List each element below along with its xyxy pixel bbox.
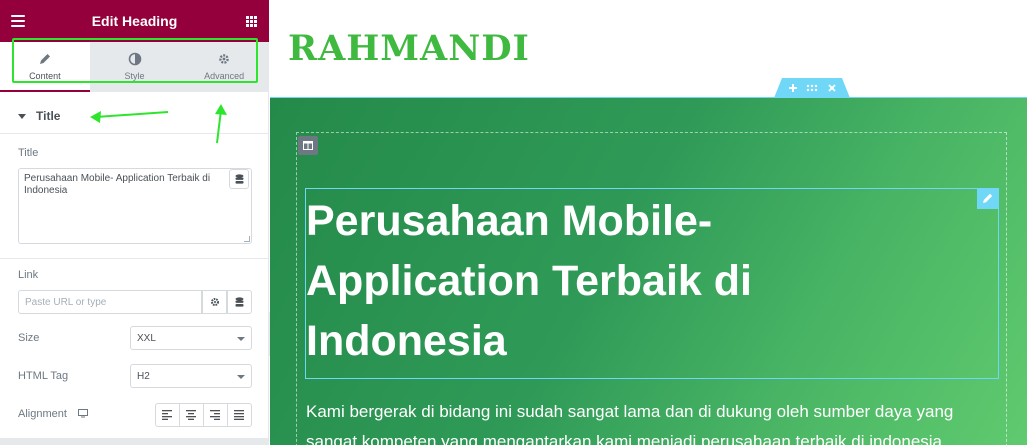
align-left-button[interactable] — [156, 404, 180, 426]
align-left-icon — [162, 410, 172, 420]
textarea-resize-handle[interactable] — [244, 236, 250, 242]
size-field-label: Size — [18, 332, 40, 344]
tab-content-label: Content — [29, 71, 61, 81]
editor-panel: Edit Heading Content Style Advanced Titl… — [0, 0, 269, 445]
page-preview: RAHMANDI Perusahaan Mobile- Application … — [270, 0, 1027, 445]
pencil-icon — [983, 193, 993, 203]
chevron-down-icon — [237, 375, 245, 379]
align-right-button[interactable] — [204, 404, 228, 426]
caret-down-icon — [18, 114, 26, 119]
panel-next-section — [0, 438, 269, 445]
html-tag-field-label: HTML Tag — [18, 370, 69, 382]
size-select[interactable]: XXL — [130, 326, 252, 350]
align-justify-icon — [234, 410, 244, 420]
align-justify-button[interactable] — [228, 404, 251, 426]
dynamic-tags-button[interactable] — [229, 169, 249, 189]
divider — [0, 258, 269, 259]
tab-style-label: Style — [124, 71, 145, 81]
panel-header: Edit Heading — [0, 0, 269, 42]
tab-advanced[interactable]: Advanced — [179, 42, 269, 92]
section-outline-top — [270, 97, 1027, 98]
close-icon — [828, 84, 836, 92]
tab-style[interactable]: Style — [90, 42, 180, 92]
chevron-down-icon — [237, 337, 245, 341]
html-tag-select-value: H2 — [137, 371, 150, 382]
tab-advanced-label: Advanced — [204, 71, 245, 81]
align-center-button[interactable] — [180, 404, 204, 426]
section-controls — [774, 78, 850, 98]
add-section-button[interactable] — [786, 81, 800, 95]
site-logo[interactable]: RAHMANDI — [288, 28, 530, 69]
link-dynamic-tags-button[interactable] — [227, 290, 252, 314]
alignment-field-label: Alignment — [18, 408, 67, 420]
delete-section-button[interactable] — [825, 81, 839, 95]
hero-heading[interactable]: Perusahaan Mobile- Application Terbaik d… — [306, 191, 946, 371]
gear-icon — [219, 54, 229, 64]
link-options-button[interactable] — [202, 290, 227, 314]
section-title: Title — [36, 109, 61, 123]
html-tag-select[interactable]: H2 — [130, 364, 252, 388]
column-icon — [303, 141, 313, 150]
widgets-grid-icon[interactable] — [246, 16, 257, 27]
hero-section[interactable]: Perusahaan Mobile- Application Terbaik d… — [270, 98, 1027, 445]
drag-handle-icon — [806, 84, 818, 92]
drag-section-button[interactable] — [805, 81, 819, 95]
hero-paragraph[interactable]: Kami bergerak di bidang ini sudah sangat… — [306, 397, 1006, 445]
title-field-label: Title — [18, 147, 39, 159]
align-center-icon — [186, 410, 196, 420]
elementor-editor: Edit Heading Content Style Advanced Titl… — [0, 0, 1027, 445]
database-icon — [235, 297, 244, 307]
gear-icon — [211, 298, 219, 306]
section-toggle-title[interactable]: Title — [0, 98, 269, 134]
alignment-control — [155, 403, 252, 427]
plus-icon — [789, 84, 797, 92]
column-handle[interactable] — [298, 136, 318, 155]
database-icon — [235, 174, 244, 184]
title-textarea[interactable]: Perusahaan Mobile- Application Terbaik d… — [18, 168, 252, 244]
contrast-icon — [128, 52, 141, 66]
tab-content[interactable]: Content — [0, 42, 90, 92]
link-field-label: Link — [18, 269, 39, 281]
pencil-icon — [39, 54, 50, 64]
link-url-input[interactable]: Paste URL or type — [18, 290, 202, 314]
align-right-icon — [210, 410, 220, 420]
size-select-value: XXL — [137, 333, 156, 344]
panel-tabs: Content Style Advanced — [0, 42, 269, 92]
desktop-icon[interactable] — [78, 409, 88, 418]
panel-title: Edit Heading — [91, 13, 178, 29]
edit-widget-button[interactable] — [977, 188, 999, 209]
